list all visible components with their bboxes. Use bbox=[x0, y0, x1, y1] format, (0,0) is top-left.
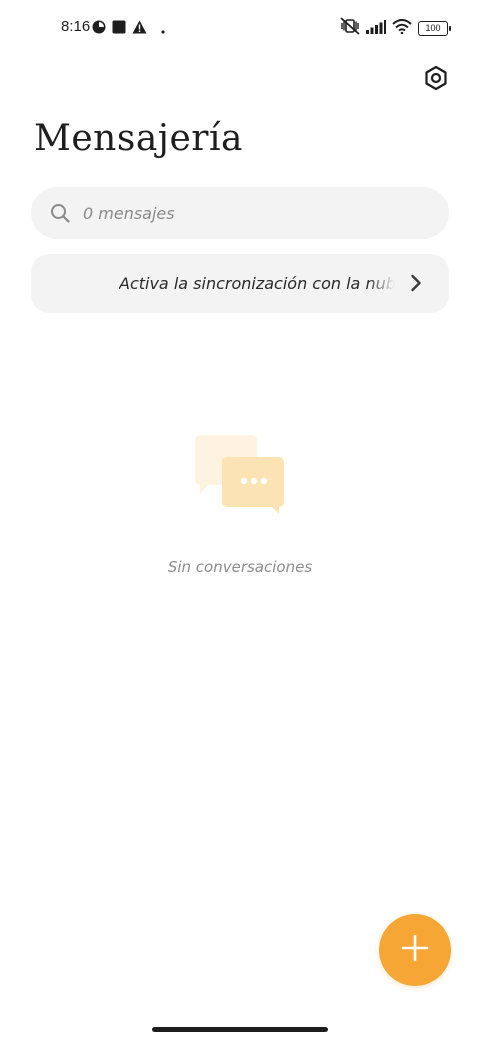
plus-icon bbox=[401, 934, 429, 966]
search-bar[interactable]: 0 mensajes bbox=[31, 187, 449, 239]
chevron-right-icon bbox=[405, 272, 427, 294]
home-indicator[interactable] bbox=[152, 1027, 328, 1032]
mute-vibrate-icon bbox=[340, 17, 360, 39]
signal-icon bbox=[366, 19, 386, 38]
page-title: Mensajería bbox=[34, 118, 243, 159]
battery-icon: 100 bbox=[418, 20, 451, 36]
status-left-icons bbox=[92, 19, 165, 38]
status-time: 8:16 bbox=[61, 18, 91, 35]
search-input[interactable]: 0 mensajes bbox=[83, 204, 175, 223]
square-icon bbox=[112, 19, 126, 38]
gear-icon bbox=[423, 65, 449, 95]
wifi-icon bbox=[392, 18, 412, 38]
cloud-sync-banner[interactable]: Activa la sincronización con la nube bbox=[31, 254, 449, 313]
vpn-icon bbox=[92, 19, 106, 38]
status-bar: 8:16 100 bbox=[0, 0, 480, 56]
sync-text-wrap: Activa la sincronización con la nube bbox=[119, 274, 395, 293]
sync-banner-label: Activa la sincronización con la nube bbox=[119, 274, 395, 293]
search-icon bbox=[49, 202, 71, 224]
dot-icon bbox=[161, 19, 165, 38]
status-right-icons: 100 bbox=[340, 17, 451, 39]
empty-state-label: Sin conversaciones bbox=[167, 558, 313, 576]
settings-button[interactable] bbox=[418, 62, 454, 98]
chat-bubbles-icon bbox=[194, 432, 286, 516]
new-conversation-button[interactable] bbox=[379, 914, 451, 986]
warning-icon bbox=[132, 19, 147, 38]
